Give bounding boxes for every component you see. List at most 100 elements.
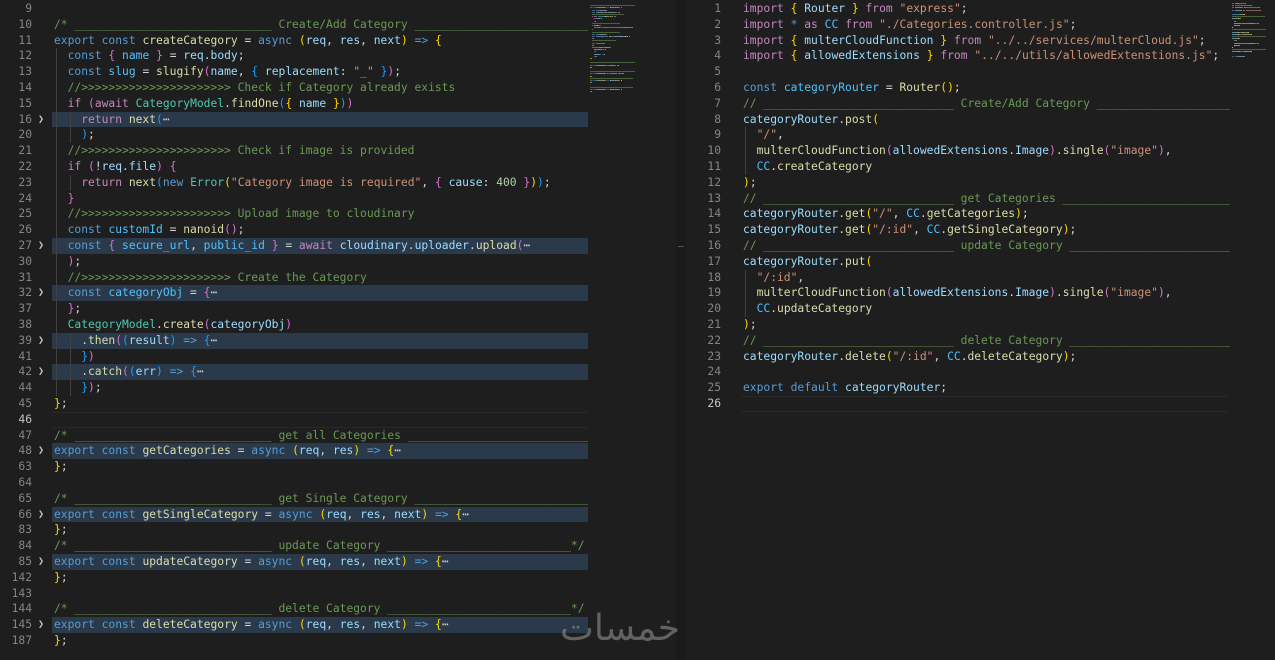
line-number[interactable]: 15 [0, 96, 32, 112]
line-number[interactable]: 39 [0, 333, 32, 349]
code-line[interactable]: 23 categoryRouter.delete("/:id", CC.delet… [686, 349, 1228, 365]
code-text[interactable]: CC.updateCategory [757, 301, 873, 317]
code-line[interactable]: 15 if (await CategoryModel.findOne({ name… [0, 95, 588, 112]
code-line[interactable]: 37}; [0, 301, 588, 317]
code-text[interactable]: /* _____________________________ delete … [54, 601, 585, 617]
code-text[interactable]: // ____________________________ Create/A… [743, 96, 1275, 112]
code-line[interactable]: 6 const categoryRouter = Router(); [686, 80, 1228, 96]
code-line[interactable]: 84 /* _____________________________ updat… [0, 538, 588, 554]
line-number[interactable]: 10 [689, 143, 721, 159]
code-line[interactable]: 13 const slug = slugify(name, { replaceme… [0, 64, 588, 80]
code-text[interactable]: const slug = slugify(name, { replacement… [68, 64, 401, 80]
line-number[interactable]: 41 [0, 349, 32, 365]
line-number[interactable]: 66 [0, 507, 32, 523]
line-number[interactable]: 13 [0, 64, 32, 80]
code-line[interactable]: 85 ❯ export const updateCategory = async (… [0, 554, 588, 570]
code-text[interactable]: import { multerCloudFunction } from "../… [743, 33, 1206, 49]
code-text[interactable]: "/", [757, 127, 784, 143]
line-number[interactable]: 42 [0, 364, 32, 380]
code-text[interactable]: }; [54, 570, 68, 586]
code-text[interactable]: const { secure_url, public_id } = await … [68, 238, 531, 254]
code-line[interactable]: 144 /* _____________________________ dele… [0, 601, 588, 617]
code-line[interactable]: 48 ❯ export const getCategories = async (r… [0, 443, 588, 460]
line-number[interactable]: 20 [0, 127, 32, 143]
code-text[interactable]: CC.createCategory [757, 159, 873, 175]
code-line[interactable]: 17 categoryRouter.put( [686, 254, 1228, 270]
line-number[interactable]: 145 [0, 617, 32, 633]
line-number[interactable]: 4 [689, 48, 721, 64]
code-text[interactable]: export const createCategory = async (req… [54, 33, 442, 49]
code-line[interactable]: 39 ❯ .then((result) => {⋯ [0, 332, 588, 349]
code-line[interactable]: 24} [0, 190, 588, 207]
code-line[interactable]: 12 const { name } = req.body; [0, 48, 588, 65]
line-number[interactable]: 26 [689, 396, 721, 412]
code-line[interactable]: 42 ❯ .catch((err) => {⋯ [0, 364, 588, 381]
editor-split-divider[interactable] [676, 0, 686, 660]
code-text[interactable]: // ____________________________ get Cate… [743, 191, 1275, 207]
code-line[interactable]: 32 ❯ const categoryObj = {⋯ [0, 285, 588, 302]
code-line[interactable]: 26 [686, 396, 1228, 412]
code-line[interactable]: 46 [0, 411, 588, 428]
code-line[interactable]: 25 export default categoryRouter; [686, 380, 1228, 396]
line-number[interactable]: 15 [689, 222, 721, 238]
line-number[interactable]: 25 [0, 206, 32, 222]
chevron-right-icon[interactable]: ❯ [38, 364, 44, 380]
code-text[interactable]: // ____________________________ delete C… [743, 333, 1275, 349]
code-text[interactable]: export const updateCategory = async (req… [54, 554, 449, 570]
code-text[interactable]: categoryRouter.delete("/:id", CC.deleteC… [743, 349, 1076, 365]
code-text[interactable]: if (!req.file) { [68, 159, 177, 175]
line-number[interactable]: 9 [689, 127, 721, 143]
chevron-right-icon[interactable]: ❯ [38, 443, 44, 459]
code-text[interactable]: return next(new Error("Category image is… [81, 175, 550, 191]
line-number[interactable]: 21 [0, 143, 32, 159]
line-number[interactable]: 1 [689, 1, 721, 17]
code-text[interactable]: // ____________________________ update C… [743, 238, 1275, 254]
code-line[interactable]: 12); [686, 175, 1228, 191]
line-number[interactable]: 22 [0, 159, 32, 175]
right-minimap[interactable] [1230, 0, 1275, 660]
code-text[interactable]: ); [81, 127, 95, 143]
line-number[interactable]: 16 [689, 238, 721, 254]
code-text[interactable]: export const getCategories = async (req,… [54, 443, 401, 459]
line-number[interactable]: 6 [689, 80, 721, 96]
line-number[interactable]: 27 [0, 238, 32, 254]
code-line[interactable]: 47 /* _____________________________ get a… [0, 428, 611, 444]
line-number[interactable]: 19 [689, 285, 721, 301]
line-number[interactable]: 21 [689, 317, 721, 333]
code-line[interactable]: 142}; [0, 570, 588, 586]
code-line[interactable]: 25 //>>>>>>>>>>>>>>>>>>>>>> Upload image … [0, 206, 588, 223]
line-number[interactable]: 3 [689, 33, 721, 49]
code-line[interactable]: 4 import { allowedExtensions } from "../.… [686, 48, 1228, 64]
code-line[interactable]: 24 [686, 364, 1228, 380]
code-line[interactable]: 7 // ____________________________ Create/… [686, 96, 1275, 112]
line-number[interactable]: 14 [689, 206, 721, 222]
chevron-right-icon[interactable]: ❯ [38, 617, 44, 633]
line-number[interactable]: 48 [0, 443, 32, 459]
code-line[interactable]: 44}); [0, 380, 588, 396]
code-text[interactable]: ); [68, 254, 82, 270]
code-text[interactable]: if (await CategoryModel.findOne({ name }… [68, 96, 354, 112]
code-text[interactable]: /* _____________________________ get Sin… [54, 491, 605, 507]
code-text[interactable]: categoryRouter.get("/", CC.getCategories… [743, 206, 1029, 222]
code-text[interactable]: import * as CC from "./Categories.contro… [743, 17, 1076, 33]
line-number[interactable]: 30 [0, 254, 32, 270]
code-line[interactable]: 27 ❯ const { secure_url, public_id } = awa… [0, 238, 588, 254]
code-line[interactable]: 26 const customId = nanoid(); [0, 222, 588, 238]
code-line[interactable]: 13 // ____________________________ get Ca… [686, 191, 1275, 207]
code-text[interactable]: }; [54, 396, 68, 412]
code-text[interactable]: export default categoryRouter; [743, 380, 947, 396]
code-line[interactable]: 23 return next(new Error("Category image … [0, 174, 588, 191]
code-text[interactable]: ); [743, 175, 757, 191]
line-number[interactable]: 32 [0, 285, 32, 301]
line-number[interactable]: 16 [0, 112, 32, 128]
code-line[interactable]: 145 ❯ export const deleteCategory = async … [0, 617, 588, 633]
code-text[interactable]: import { allowedExtensions } from "../..… [743, 48, 1219, 64]
chevron-right-icon[interactable]: ❯ [38, 285, 44, 301]
code-text[interactable]: }; [68, 301, 82, 317]
line-number[interactable]: 8 [689, 112, 721, 128]
line-number[interactable]: 24 [0, 191, 32, 207]
code-line[interactable]: 20 CC.updateCategory [686, 301, 1228, 317]
code-line[interactable]: 10 multerCloudFunction(allowedExtensions.… [686, 143, 1228, 159]
line-number[interactable]: 17 [689, 254, 721, 270]
code-line[interactable]: 66 ❯ export const getSingleCategory = asyn… [0, 506, 588, 523]
